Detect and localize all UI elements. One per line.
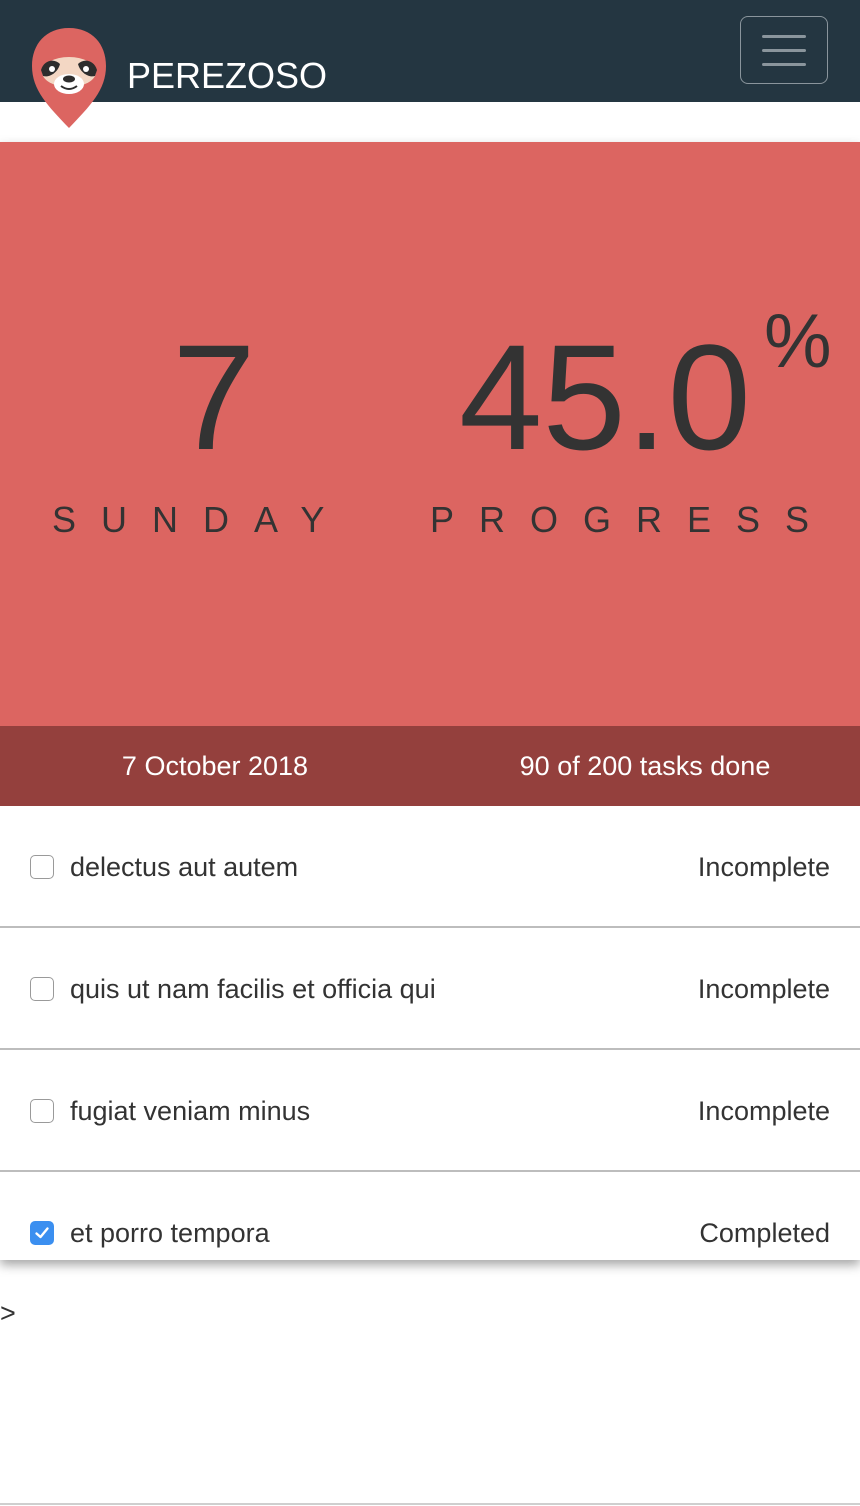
progress-label: PROGRESS [430,499,835,540]
hamburger-bar [762,63,806,66]
task-title: et porro tempora [70,1218,270,1248]
progress-hero: 7 45.0 % SUNDAY PROGRESS [0,142,860,726]
progress-unit: % [764,299,832,384]
brand-name[interactable]: PEREZOSO [127,56,327,96]
task-checkbox[interactable] [30,855,54,879]
day-number: 7 [172,313,256,481]
stray-text: > [0,1298,16,1328]
info-bar: 7 October 2018 90 of 200 tasks done [0,726,860,806]
checkmark-icon [35,1227,49,1239]
task-row[interactable]: fugiat veniam minus Incomplete [0,1050,860,1172]
sloth-logo-icon[interactable] [28,26,110,130]
day-label: SUNDAY [52,499,350,540]
tasks-done-count: 90 of 200 tasks done [519,751,771,781]
progress-card: 7 45.0 % SUNDAY PROGRESS 7 October 2018 … [0,142,860,1260]
task-status: Incomplete [697,974,830,1004]
menu-toggle-button[interactable] [740,16,828,84]
progress-value: 45.0 [459,313,751,481]
divider [0,1503,860,1505]
task-row[interactable]: et porro tempora Completed [0,1172,860,1260]
task-status: Incomplete [697,1096,830,1126]
task-checkbox[interactable] [30,1221,54,1245]
current-date: 7 October 2018 [121,751,309,781]
task-status: Completed [699,1218,830,1248]
hamburger-bar [762,49,806,52]
task-status: Incomplete [697,852,830,882]
task-row[interactable]: quis ut nam facilis et officia qui Incom… [0,928,860,1050]
task-title: fugiat veniam minus [70,1096,311,1126]
task-title: delectus aut autem [70,852,299,882]
task-title: quis ut nam facilis et officia qui [70,974,436,1004]
hamburger-menu-icon [762,35,806,38]
task-checkbox[interactable] [30,977,54,1001]
task-checkbox[interactable] [30,1099,54,1123]
top-navbar: PEREZOSO [0,0,860,102]
task-row[interactable]: delectus aut autem Incomplete [0,806,860,928]
task-list: delectus aut autem Incomplete quis ut na… [0,806,860,1260]
